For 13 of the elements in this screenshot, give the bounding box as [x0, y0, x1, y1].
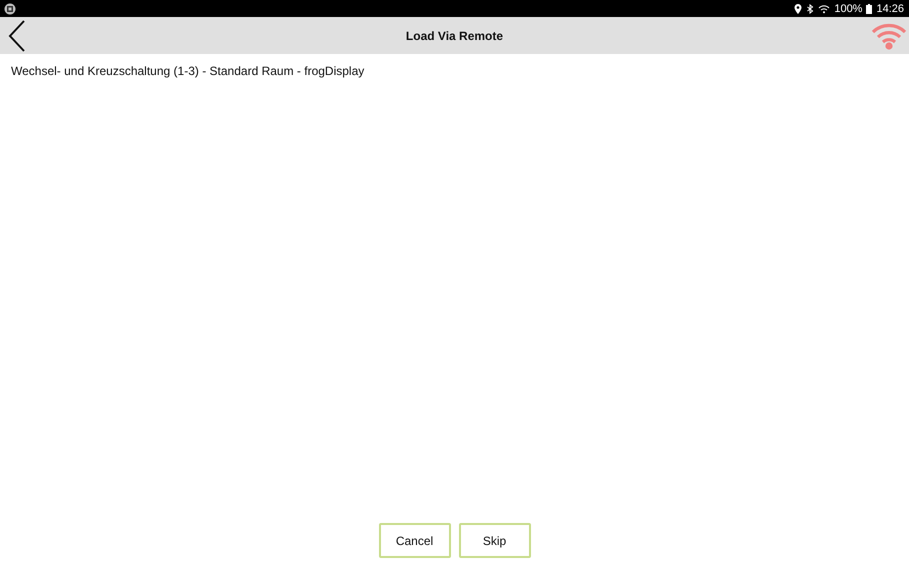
- dialog-button[interactable]: Cancel: [378, 523, 450, 558]
- clock-time: 14:26: [876, 2, 904, 14]
- location-icon: [794, 4, 802, 14]
- bluetooth-icon: [806, 4, 814, 14]
- wifi-icon: [871, 22, 907, 50]
- app-icon: [4, 2, 16, 14]
- back-icon[interactable]: [8, 20, 26, 52]
- dialog-button[interactable]: Skip: [458, 523, 530, 558]
- battery-icon: [866, 4, 872, 14]
- configuration-name: Wechsel- und Kreuzschaltung (1-3) - Standard Raum - frogDisplay: [11, 64, 364, 78]
- page-title: Load Via Remote: [404, 28, 504, 42]
- wifi-icon: [818, 4, 830, 14]
- battery-percentage: 100%: [834, 2, 862, 14]
